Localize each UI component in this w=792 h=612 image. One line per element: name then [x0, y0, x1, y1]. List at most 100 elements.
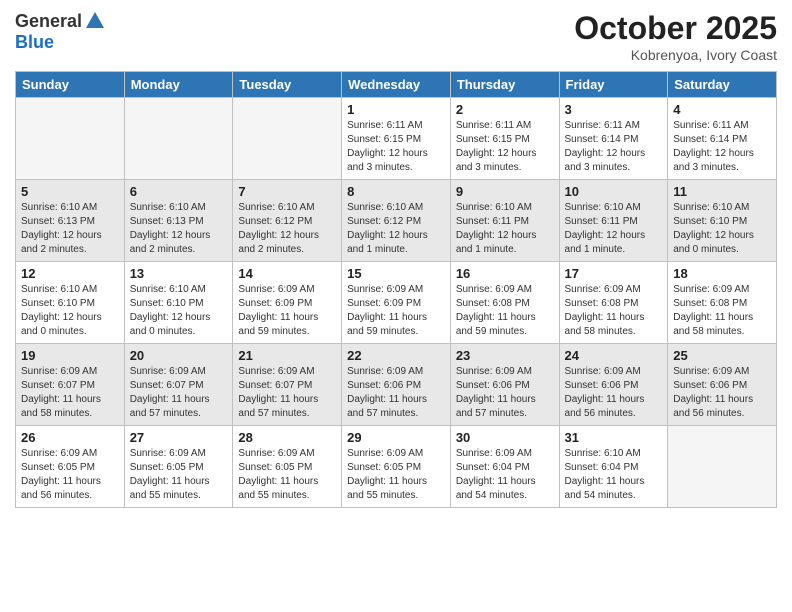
day-info: Sunrise: 6:10 AM Sunset: 6:12 PM Dayligh…	[347, 201, 445, 257]
header-sunday: Sunday	[16, 72, 125, 98]
day-number: 29	[347, 430, 445, 445]
day-info: Sunrise: 6:10 AM Sunset: 6:10 PM Dayligh…	[130, 283, 228, 339]
table-row: 4 Sunrise: 6:11 AM Sunset: 6:14 PM Daylig…	[668, 98, 777, 180]
day-info: Sunrise: 6:10 AM Sunset: 6:04 PM Dayligh…	[565, 447, 663, 503]
day-number: 19	[21, 348, 119, 363]
table-row: 9 Sunrise: 6:10 AM Sunset: 6:11 PM Daylig…	[450, 180, 559, 262]
day-number: 4	[673, 102, 771, 117]
day-number: 20	[130, 348, 228, 363]
day-number: 10	[565, 184, 663, 199]
day-info: Sunrise: 6:09 AM Sunset: 6:06 PM Dayligh…	[456, 365, 554, 421]
day-number: 21	[238, 348, 336, 363]
day-number: 25	[673, 348, 771, 363]
day-info: Sunrise: 6:11 AM Sunset: 6:14 PM Dayligh…	[673, 119, 771, 175]
header-tuesday: Tuesday	[233, 72, 342, 98]
day-number: 13	[130, 266, 228, 281]
day-number: 2	[456, 102, 554, 117]
table-row: 7Sunrise: 6:10 AM Sunset: 6:12 PM Daylig…	[233, 180, 342, 262]
day-info: Sunrise: 6:10 AM Sunset: 6:12 PM Dayligh…	[238, 201, 336, 257]
table-row: 17 Sunrise: 6:09 AM Sunset: 6:08 PM Dayli…	[559, 262, 668, 344]
month-title: October 2025	[574, 10, 777, 47]
day-info: Sunrise: 6:09 AM Sunset: 6:05 PM Dayligh…	[130, 447, 228, 503]
table-row: 24 Sunrise: 6:09 AM Sunset: 6:06 PM Dayli…	[559, 344, 668, 426]
day-info: Sunrise: 6:09 AM Sunset: 6:07 PM Dayligh…	[238, 365, 336, 421]
table-row: 27 Sunrise: 6:09 AM Sunset: 6:05 PM Dayli…	[124, 426, 233, 508]
day-number: 24	[565, 348, 663, 363]
table-row	[16, 98, 125, 180]
day-number: 9	[456, 184, 554, 199]
table-row: 19 Sunrise: 6:09 AM Sunset: 6:07 PM Dayli…	[16, 344, 125, 426]
day-info: Sunrise: 6:09 AM Sunset: 6:07 PM Dayligh…	[130, 365, 228, 421]
header-wednesday: Wednesday	[342, 72, 451, 98]
logo: General Blue	[15, 10, 106, 53]
table-row: 12 Sunrise: 6:10 AM Sunset: 6:10 PM Dayli…	[16, 262, 125, 344]
table-row: 29 Sunrise: 6:09 AM Sunset: 6:05 PM Dayli…	[342, 426, 451, 508]
logo-blue-text: Blue	[15, 32, 54, 53]
day-number: 22	[347, 348, 445, 363]
header-saturday: Saturday	[668, 72, 777, 98]
day-info: Sunrise: 6:09 AM Sunset: 6:06 PM Dayligh…	[347, 365, 445, 421]
day-number: 5	[21, 184, 119, 199]
day-number: 23	[456, 348, 554, 363]
table-row: 22 Sunrise: 6:09 AM Sunset: 6:06 PM Dayli…	[342, 344, 451, 426]
table-row: 26 Sunrise: 6:09 AM Sunset: 6:05 PM Dayli…	[16, 426, 125, 508]
day-number: 17	[565, 266, 663, 281]
table-row: 11Sunrise: 6:10 AM Sunset: 6:10 PM Dayli…	[668, 180, 777, 262]
day-info: Sunrise: 6:10 AM Sunset: 6:11 PM Dayligh…	[456, 201, 554, 257]
day-info: Sunrise: 6:09 AM Sunset: 6:05 PM Dayligh…	[238, 447, 336, 503]
title-section: October 2025 Kobrenyoa, Ivory Coast	[574, 10, 777, 63]
calendar-header-row: Sunday Monday Tuesday Wednesday Thursday…	[16, 72, 777, 98]
table-row: 28 Sunrise: 6:09 AM Sunset: 6:05 PM Dayli…	[233, 426, 342, 508]
table-row: 31Sunrise: 6:10 AM Sunset: 6:04 PM Dayli…	[559, 426, 668, 508]
table-row: 5 Sunrise: 6:10 AM Sunset: 6:13 PM Daylig…	[16, 180, 125, 262]
day-info: Sunrise: 6:09 AM Sunset: 6:09 PM Dayligh…	[347, 283, 445, 339]
day-info: Sunrise: 6:11 AM Sunset: 6:15 PM Dayligh…	[456, 119, 554, 175]
day-info: Sunrise: 6:10 AM Sunset: 6:11 PM Dayligh…	[565, 201, 663, 257]
page-container: General Blue October 2025 Kobrenyoa, Ivo…	[0, 0, 792, 612]
day-info: Sunrise: 6:09 AM Sunset: 6:06 PM Dayligh…	[565, 365, 663, 421]
day-info: Sunrise: 6:10 AM Sunset: 6:10 PM Dayligh…	[21, 283, 119, 339]
location-text: Kobrenyoa, Ivory Coast	[574, 47, 777, 63]
day-info: Sunrise: 6:10 AM Sunset: 6:13 PM Dayligh…	[21, 201, 119, 257]
day-info: Sunrise: 6:09 AM Sunset: 6:08 PM Dayligh…	[456, 283, 554, 339]
day-number: 27	[130, 430, 228, 445]
day-info: Sunrise: 6:09 AM Sunset: 6:04 PM Dayligh…	[456, 447, 554, 503]
calendar-row: 1Sunrise: 6:11 AM Sunset: 6:15 PM Daylig…	[16, 98, 777, 180]
day-info: Sunrise: 6:11 AM Sunset: 6:14 PM Dayligh…	[565, 119, 663, 175]
calendar-table: Sunday Monday Tuesday Wednesday Thursday…	[15, 71, 777, 508]
table-row: 10 Sunrise: 6:10 AM Sunset: 6:11 PM Dayli…	[559, 180, 668, 262]
day-number: 15	[347, 266, 445, 281]
table-row: 23 Sunrise: 6:09 AM Sunset: 6:06 PM Dayli…	[450, 344, 559, 426]
table-row: 21 Sunrise: 6:09 AM Sunset: 6:07 PM Dayli…	[233, 344, 342, 426]
table-row: 16 Sunrise: 6:09 AM Sunset: 6:08 PM Dayli…	[450, 262, 559, 344]
header-monday: Monday	[124, 72, 233, 98]
table-row: 6Sunrise: 6:10 AM Sunset: 6:13 PM Daylig…	[124, 180, 233, 262]
day-number: 14	[238, 266, 336, 281]
calendar-row: 26 Sunrise: 6:09 AM Sunset: 6:05 PM Dayli…	[16, 426, 777, 508]
day-info: Sunrise: 6:09 AM Sunset: 6:07 PM Dayligh…	[21, 365, 119, 421]
calendar-row: 12 Sunrise: 6:10 AM Sunset: 6:10 PM Dayli…	[16, 262, 777, 344]
day-number: 12	[21, 266, 119, 281]
table-row	[668, 426, 777, 508]
day-number: 26	[21, 430, 119, 445]
header-thursday: Thursday	[450, 72, 559, 98]
calendar-row: 5 Sunrise: 6:10 AM Sunset: 6:13 PM Daylig…	[16, 180, 777, 262]
table-row: 15 Sunrise: 6:09 AM Sunset: 6:09 PM Dayli…	[342, 262, 451, 344]
day-info: Sunrise: 6:09 AM Sunset: 6:08 PM Dayligh…	[565, 283, 663, 339]
day-info: Sunrise: 6:09 AM Sunset: 6:06 PM Dayligh…	[673, 365, 771, 421]
table-row: 2 Sunrise: 6:11 AM Sunset: 6:15 PM Daylig…	[450, 98, 559, 180]
day-number: 3	[565, 102, 663, 117]
table-row	[233, 98, 342, 180]
table-row: 30Sunrise: 6:09 AM Sunset: 6:04 PM Dayli…	[450, 426, 559, 508]
day-number: 16	[456, 266, 554, 281]
table-row: 3 Sunrise: 6:11 AM Sunset: 6:14 PM Daylig…	[559, 98, 668, 180]
day-number: 28	[238, 430, 336, 445]
day-info: Sunrise: 6:09 AM Sunset: 6:05 PM Dayligh…	[21, 447, 119, 503]
table-row: 20 Sunrise: 6:09 AM Sunset: 6:07 PM Dayli…	[124, 344, 233, 426]
day-number: 18	[673, 266, 771, 281]
day-info: Sunrise: 6:09 AM Sunset: 6:05 PM Dayligh…	[347, 447, 445, 503]
day-info: Sunrise: 6:10 AM Sunset: 6:10 PM Dayligh…	[673, 201, 771, 257]
table-row: 14 Sunrise: 6:09 AM Sunset: 6:09 PM Dayli…	[233, 262, 342, 344]
day-info: Sunrise: 6:09 AM Sunset: 6:09 PM Dayligh…	[238, 283, 336, 339]
header-friday: Friday	[559, 72, 668, 98]
